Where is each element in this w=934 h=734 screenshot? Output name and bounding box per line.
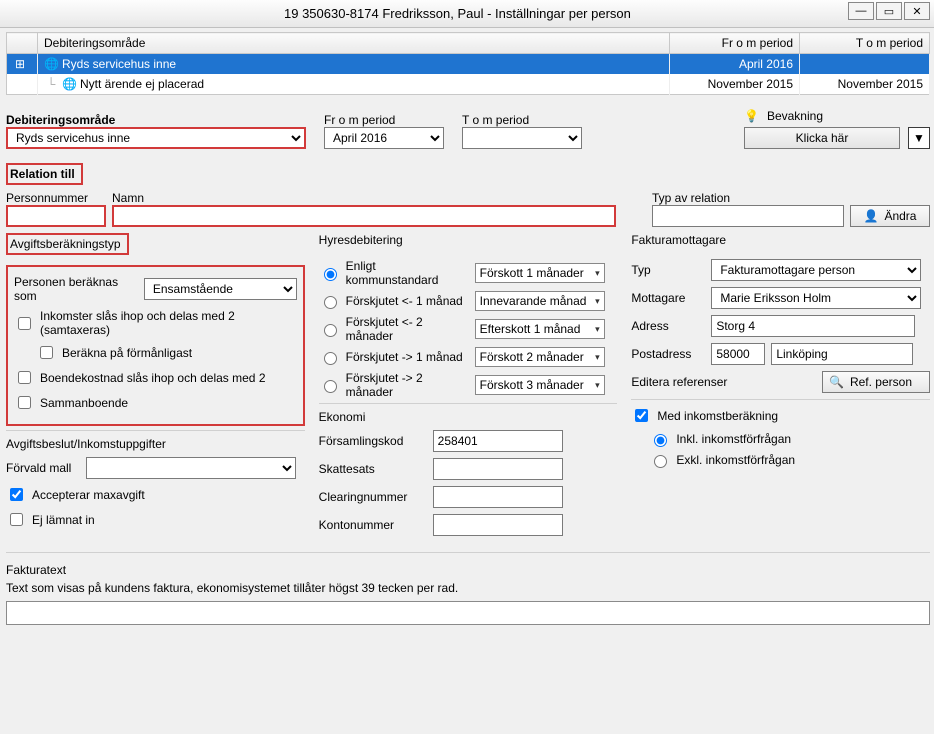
- bevakning-button[interactable]: Klicka här: [744, 127, 900, 149]
- title-bar: 19 350630-8174 Fredriksson, Paul - Instä…: [0, 0, 934, 28]
- table-row[interactable]: └🌐Nytt ärende ej placerad November 2015 …: [7, 74, 930, 95]
- avg-head: Avgiftsberäkningstyp: [6, 233, 129, 255]
- chk-samtax[interactable]: [18, 317, 31, 330]
- skatt-label: Skattesats: [319, 462, 427, 476]
- hyres-val-3[interactable]: Förskott 2 månader: [475, 347, 605, 367]
- window-title: 19 350630-8174 Fredriksson, Paul - Instä…: [284, 6, 631, 21]
- city-input[interactable]: [771, 343, 913, 365]
- typrel-input[interactable]: [652, 205, 844, 227]
- relation-head: Relation till: [6, 163, 83, 185]
- col-area[interactable]: Debiteringsområde: [38, 33, 670, 54]
- adr-label: Adress: [631, 319, 705, 333]
- area-table[interactable]: Debiteringsområde Fr o m period T o m pe…: [6, 32, 930, 95]
- table-row[interactable]: ⊞ 🌐Ryds servicehus inne April 2016: [7, 54, 930, 75]
- forsam-input[interactable]: [433, 430, 563, 452]
- konto-label: Kontonummer: [319, 518, 427, 532]
- radio-hyres-3[interactable]: [324, 352, 337, 365]
- chk-ejlamnat[interactable]: [10, 513, 23, 526]
- indent-icon: └: [44, 77, 58, 91]
- clear-input[interactable]: [433, 486, 563, 508]
- typ-label: Typ: [631, 263, 705, 277]
- person-icon: 👤: [864, 209, 879, 223]
- bevakning-label: Bevakning: [767, 109, 823, 123]
- faktura-text-area[interactable]: [6, 601, 930, 625]
- to-period-select[interactable]: [462, 127, 582, 149]
- typ-select[interactable]: Fakturamottagare person: [711, 259, 921, 281]
- radio-hyres-1[interactable]: [324, 296, 337, 309]
- minimize-button[interactable]: —: [848, 2, 874, 20]
- chk-accept[interactable]: [10, 488, 23, 501]
- close-button[interactable]: ✕: [904, 2, 930, 20]
- radio-hyres-0[interactable]: [324, 268, 337, 281]
- person-calc-select[interactable]: Ensamstående: [144, 278, 297, 300]
- person-calc-label: Personen beräknas som: [14, 275, 138, 303]
- editref-label: Editera referenser: [631, 375, 727, 389]
- radio-hyres-2[interactable]: [324, 324, 337, 337]
- mot-select[interactable]: Marie Eriksson Holm: [711, 287, 921, 309]
- col-to[interactable]: T o m period: [800, 33, 930, 54]
- col-from[interactable]: Fr o m period: [670, 33, 800, 54]
- to-period-label: T o m period: [462, 113, 582, 127]
- chk-boende[interactable]: [18, 371, 31, 384]
- radio-hyres-4[interactable]: [324, 380, 337, 393]
- bulb-icon: 💡: [744, 109, 759, 123]
- faktura-head: Fakturatext: [6, 563, 930, 577]
- forvald-select[interactable]: [86, 457, 296, 479]
- adr-input[interactable]: [711, 315, 915, 337]
- globe-icon: 🌐: [62, 77, 76, 91]
- person-search-icon: 🔍: [829, 375, 844, 389]
- forvald-label: Förvald mall: [6, 461, 80, 475]
- maximize-button[interactable]: ▭: [876, 2, 902, 20]
- zip-input[interactable]: [711, 343, 765, 365]
- mottagare-head: Fakturamottagare: [631, 233, 930, 247]
- chk-forman[interactable]: [40, 346, 53, 359]
- from-period-label: Fr o m period: [324, 113, 444, 127]
- andra-button[interactable]: 👤 Ändra: [850, 205, 930, 227]
- namn-input[interactable]: [112, 205, 616, 227]
- deb-area-label: Debiteringsområde: [6, 113, 306, 127]
- refperson-button[interactable]: 🔍 Ref. person: [822, 371, 930, 393]
- bevakning-dropdown[interactable]: ▼: [908, 127, 930, 149]
- expand-plus-icon[interactable]: ⊞: [13, 57, 27, 71]
- konto-input[interactable]: [433, 514, 563, 536]
- hyres-val-0[interactable]: Förskott 1 månader: [475, 263, 605, 283]
- forsam-label: Församlingskod: [319, 434, 427, 448]
- ekonomi-head: Ekonomi: [319, 410, 618, 424]
- radio-exkl[interactable]: [654, 455, 667, 468]
- hyres-val-1[interactable]: Innevarande månad: [475, 291, 605, 311]
- radio-inkl[interactable]: [654, 434, 667, 447]
- skatt-input[interactable]: [433, 458, 563, 480]
- pnr-input[interactable]: [6, 205, 106, 227]
- mot-label: Mottagare: [631, 291, 705, 305]
- typrel-label: Typ av relation: [652, 191, 844, 205]
- namn-label: Namn: [112, 191, 616, 205]
- chk-samman[interactable]: [18, 396, 31, 409]
- avgbeslut-head: Avgiftsbeslut/Inkomstuppgifter: [6, 437, 305, 451]
- from-period-select[interactable]: April 2016: [324, 127, 444, 149]
- post-label: Postadress: [631, 347, 705, 361]
- hyres-head: Hyresdebitering: [319, 233, 618, 247]
- globe-icon: 🌐: [44, 57, 58, 71]
- chk-inkomst[interactable]: [635, 409, 648, 422]
- clear-label: Clearingnummer: [319, 490, 427, 504]
- hyres-val-4[interactable]: Förskott 3 månader: [475, 375, 605, 395]
- faktura-hint: Text som visas på kundens faktura, ekono…: [6, 581, 930, 595]
- hyres-val-2[interactable]: Efterskott 1 månad: [475, 319, 605, 339]
- deb-area-select[interactable]: Ryds servicehus inne: [6, 127, 306, 149]
- pnr-label: Personnummer: [6, 191, 106, 205]
